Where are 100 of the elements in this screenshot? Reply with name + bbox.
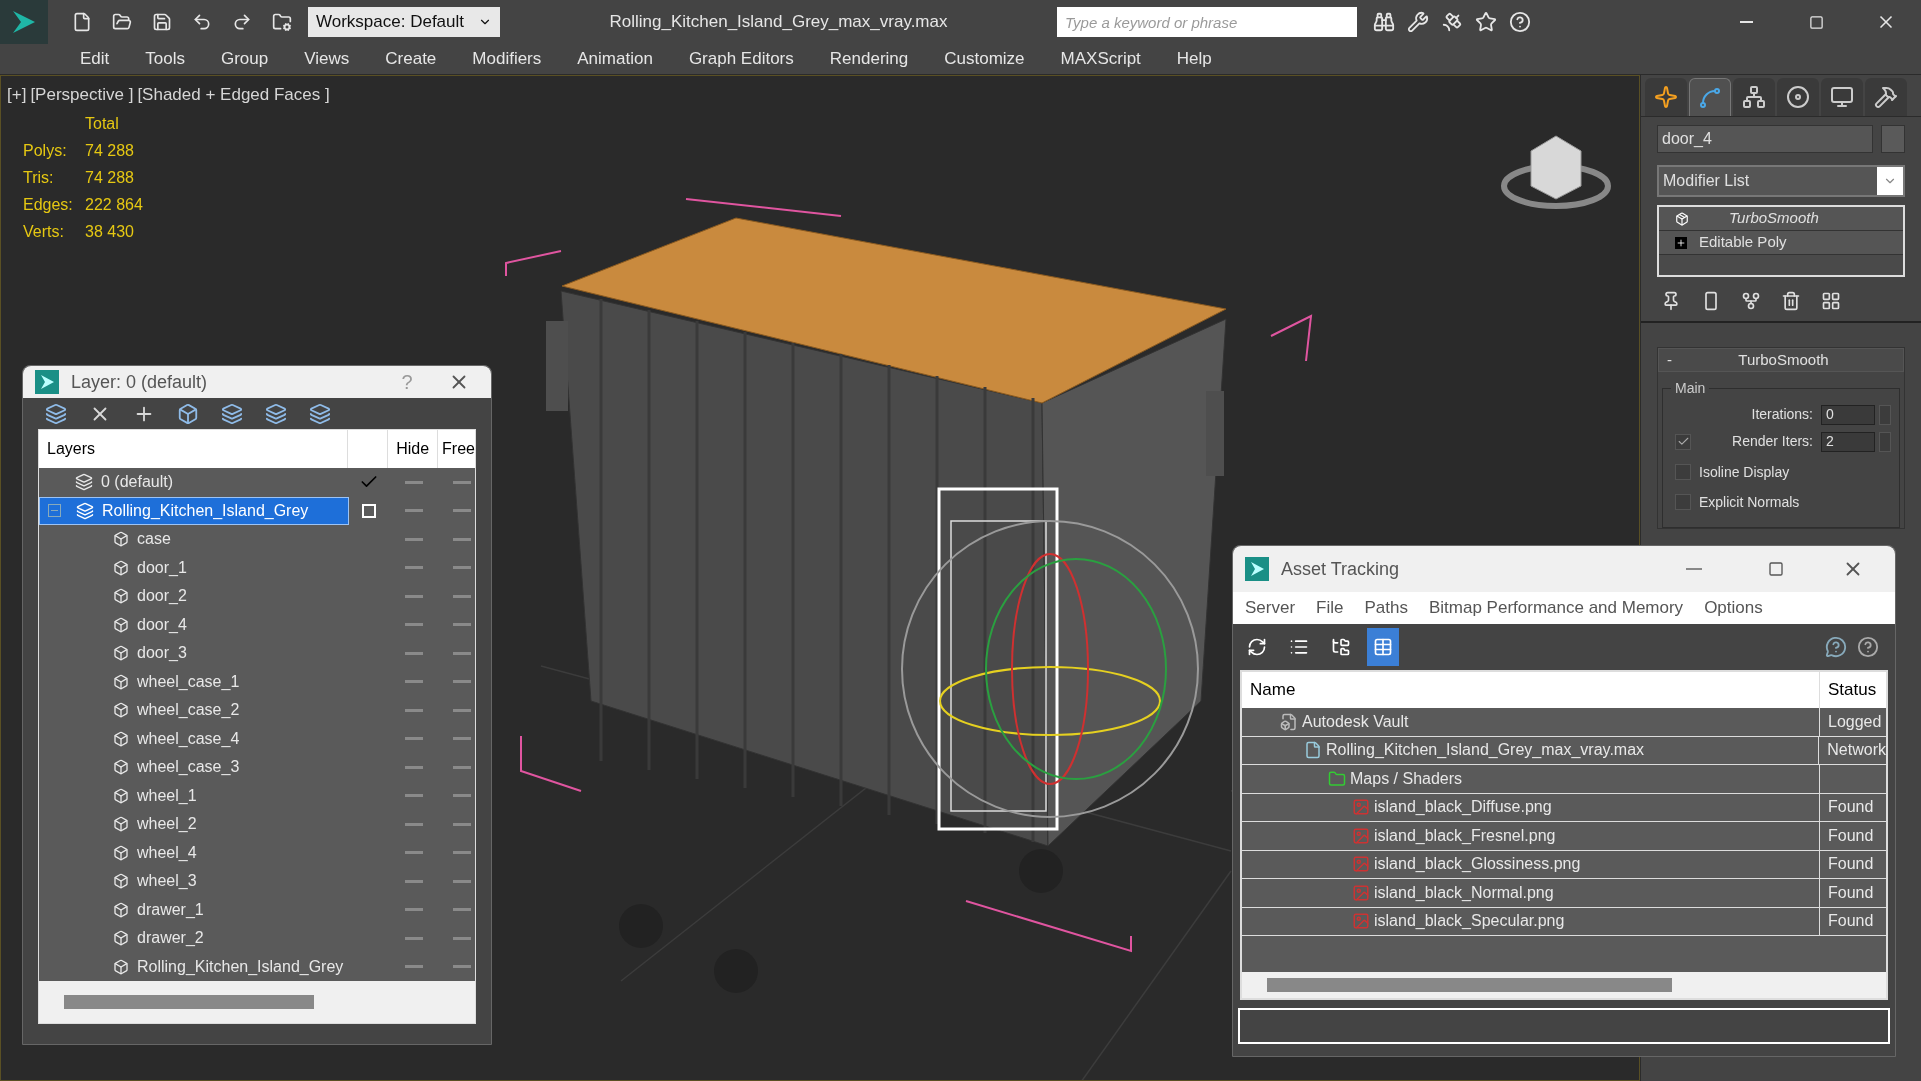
toggle-icon[interactable]: [453, 594, 471, 598]
menu-item[interactable]: Paths: [1364, 595, 1408, 621]
checkbox[interactable]: [1675, 494, 1691, 510]
toggle-icon[interactable]: [405, 509, 423, 513]
toggle-icon[interactable]: [453, 623, 471, 627]
asset-row[interactable]: island_black_Normal.png: [1242, 879, 1820, 907]
workspace-dropdown[interactable]: Workspace: Default: [308, 7, 500, 37]
toggle-icon[interactable]: [405, 480, 423, 484]
panel-tab[interactable]: [1777, 78, 1819, 116]
help-button[interactable]: [1509, 11, 1531, 33]
toggle-icon[interactable]: [405, 708, 423, 712]
toggle-icon[interactable]: [405, 594, 423, 598]
table-button[interactable]: [1367, 628, 1399, 666]
viewport-label[interactable]: [Perspective ]: [30, 82, 134, 108]
satellite-button[interactable]: [1441, 11, 1463, 33]
toggle-icon[interactable]: [405, 537, 423, 541]
column-header[interactable]: Hide: [388, 430, 439, 468]
star-button[interactable]: [1475, 11, 1497, 33]
layer-row[interactable]: case: [39, 525, 349, 554]
checkbox[interactable]: [1675, 433, 1691, 450]
layer-row[interactable]: door_3: [39, 639, 349, 668]
select-layer-button[interactable]: [221, 402, 243, 425]
menu-item[interactable]: Animation: [577, 46, 653, 72]
layer-row[interactable]: door_2: [39, 582, 349, 611]
toggle-icon[interactable]: [405, 765, 423, 769]
column-header[interactable]: Free: [438, 430, 475, 468]
viewport-label[interactable]: [Shaded + Edged Faces ]: [137, 82, 330, 108]
layer-row[interactable]: wheel_2: [39, 810, 349, 839]
menu-item[interactable]: Tools: [145, 46, 185, 72]
toggle-icon[interactable]: [405, 737, 423, 741]
scrollbar-thumb[interactable]: [64, 995, 314, 1009]
menu-item[interactable]: Modifiers: [472, 46, 542, 72]
layer-row[interactable]: door_1: [39, 553, 349, 582]
view-cube-drawing[interactable]: [1501, 135, 1611, 209]
menu-item[interactable]: Bitmap Performance and Memory: [1428, 595, 1684, 621]
toggle-icon[interactable]: [453, 566, 471, 570]
panel-tab[interactable]: [1689, 78, 1731, 116]
object-color-swatch[interactable]: [1881, 125, 1905, 153]
toggle-icon[interactable]: [405, 794, 423, 798]
wrench-button[interactable]: [1407, 11, 1429, 33]
highlight-layer-button[interactable]: [265, 402, 287, 425]
toggle-icon[interactable]: [453, 936, 471, 940]
layer-row[interactable]: wheel_3: [39, 867, 349, 896]
toggle-icon[interactable]: [405, 965, 423, 969]
toggle-icon[interactable]: [405, 651, 423, 655]
layer-row[interactable]: drawer_1: [39, 895, 349, 924]
toggle-icon[interactable]: [453, 509, 471, 513]
toggle-icon[interactable]: [453, 737, 471, 741]
asset-row[interactable]: Maps / Shaders: [1242, 765, 1820, 793]
spinner-field[interactable]: 0: [1821, 404, 1875, 425]
menu-item[interactable]: MAXScript: [1060, 46, 1141, 72]
menu-item[interactable]: Rendering: [829, 46, 909, 72]
column-header[interactable]: Status: [1820, 672, 1886, 708]
scrollbar-thumb[interactable]: [1267, 978, 1672, 992]
spinner-field[interactable]: 2: [1821, 431, 1875, 452]
toggle-icon[interactable]: [405, 851, 423, 855]
layer-row[interactable]: wheel_case_2: [39, 696, 349, 725]
toggle-icon[interactable]: [453, 708, 471, 712]
toggle-icon[interactable]: [405, 680, 423, 684]
toggle-icon[interactable]: [405, 908, 423, 912]
layer-row[interactable]: wheel_1: [39, 781, 349, 810]
grid-button[interactable]: [1821, 291, 1841, 311]
panel-tab[interactable]: [1645, 78, 1687, 116]
new-layer-button[interactable]: [45, 402, 67, 425]
layer-row[interactable]: Rolling_Kitchen_Island_Grey: [39, 496, 349, 525]
layer-row[interactable]: drawer_2: [39, 924, 349, 953]
toggle-icon[interactable]: [453, 908, 471, 912]
layer-row[interactable]: wheel_4: [39, 838, 349, 867]
menu-item[interactable]: Edit: [80, 46, 110, 72]
layer-row[interactable]: Rolling_Kitchen_Island_Grey: [39, 952, 349, 981]
asset-row[interactable]: Rolling_Kitchen_Island_Grey_max_vray.max: [1242, 736, 1820, 764]
menu-item[interactable]: Server: [1245, 595, 1296, 621]
search-field[interactable]: Type a keyword or phrase: [1057, 7, 1357, 37]
toggle-icon[interactable]: [453, 879, 471, 883]
column-header[interactable]: Layers: [39, 430, 349, 468]
toggle-icon[interactable]: [453, 851, 471, 855]
layer-row[interactable]: wheel_case_3: [39, 753, 349, 782]
toggle-icon[interactable]: [453, 680, 471, 684]
toggle-icon[interactable]: [405, 623, 423, 627]
toggle-icon[interactable]: [453, 794, 471, 798]
menu-item[interactable]: Views: [304, 46, 350, 72]
app-logo[interactable]: [0, 0, 48, 44]
toggle-icon[interactable]: [405, 822, 423, 826]
panel-tab[interactable]: [1821, 78, 1863, 116]
menu-item[interactable]: Group: [221, 46, 269, 72]
toggle-icon[interactable]: [453, 537, 471, 541]
column-header[interactable]: Name: [1242, 672, 1820, 708]
expand-icon[interactable]: [1675, 236, 1687, 249]
binoculars-button[interactable]: [1373, 11, 1395, 33]
active-checkbox[interactable]: [362, 503, 376, 518]
path-field[interactable]: [1238, 1008, 1890, 1044]
menu-item[interactable]: Create: [385, 46, 437, 72]
toggle-icon[interactable]: [405, 936, 423, 940]
select-object-button[interactable]: [177, 402, 199, 425]
object-name-field[interactable]: door_4: [1657, 125, 1873, 153]
menu-item[interactable]: Graph Editors: [688, 46, 794, 72]
toggle-icon[interactable]: [453, 480, 471, 484]
toggle-icon[interactable]: [453, 651, 471, 655]
toggle-icon[interactable]: [453, 965, 471, 969]
asset-row[interactable]: Autodesk Vault: [1242, 708, 1820, 736]
